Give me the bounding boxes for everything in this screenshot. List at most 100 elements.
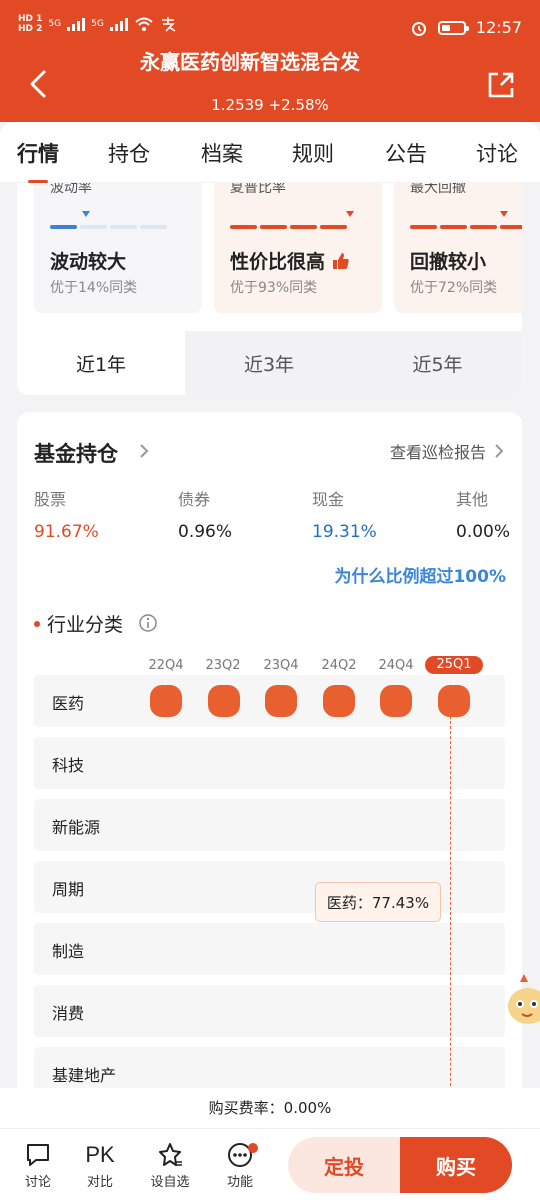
holdings-card: 基金持仓 查看巡检报告 股票 91.67% 债券 0.96% 现金 19.31%… — [17, 412, 522, 1112]
selected-quarter-line — [450, 716, 451, 1112]
holdings-title[interactable]: 基金持仓 — [34, 438, 118, 468]
tab-rules[interactable]: 规则 — [292, 138, 334, 168]
asset-label: 债券 — [178, 490, 211, 509]
asset-cash: 现金 19.31% — [312, 486, 377, 542]
thumbs-up-icon — [332, 253, 349, 269]
bottom-action-bar: 讨论 PK 对比 设自选 功能 定投 购买 — [0, 1128, 540, 1200]
asset-label: 其他 — [456, 490, 489, 509]
discuss-button[interactable]: 讨论 — [8, 1139, 68, 1190]
industry-label: 基建地产 — [52, 1066, 117, 1085]
watchlist-label: 设自选 — [150, 1175, 190, 1190]
metric-bar — [230, 225, 347, 229]
status-right: 12:57 — [410, 18, 522, 37]
weight-circle — [323, 685, 355, 717]
inspection-report-link[interactable]: 查看巡检报告 — [390, 439, 486, 463]
functions-button[interactable]: 功能 — [210, 1139, 270, 1190]
metric-label: 波动率 — [50, 183, 92, 196]
tab-announcements[interactable]: 公告 — [385, 138, 427, 168]
hd2-label: HD 2 — [18, 24, 43, 34]
quarter-label[interactable]: 23Q4 — [253, 658, 309, 673]
asset-value: 91.67% — [34, 522, 99, 542]
industry-row[interactable]: 新能源 — [34, 799, 505, 851]
asset-label: 现金 — [312, 490, 345, 509]
info-icon[interactable] — [138, 613, 158, 633]
status-bar: HD 1 HD 2 5G 5G 12:57 — [0, 0, 540, 44]
chevron-right-icon[interactable] — [492, 442, 506, 460]
industry-row[interactable]: 科技 — [34, 737, 505, 789]
quarter-label[interactable]: 24Q2 — [311, 658, 367, 673]
asset-value: 19.31% — [312, 522, 377, 542]
chat-icon — [27, 1144, 49, 1166]
asset-value: 0.96% — [178, 522, 233, 542]
functions-label: 功能 — [226, 1175, 253, 1190]
tab-profile[interactable]: 档案 — [201, 138, 243, 168]
metric-title: 回撤较小 — [410, 251, 487, 273]
payment-icon — [161, 17, 176, 32]
industry-row[interactable]: 消费 — [34, 985, 505, 1037]
signal-icon-2 — [109, 17, 128, 31]
metric-sharpe[interactable]: 夏普比率 性价比很高 优于93%同类 — [214, 183, 382, 313]
industry-label: 新能源 — [52, 818, 101, 837]
industry-label: 制造 — [52, 942, 85, 961]
asset-stock: 股票 91.67% — [34, 486, 99, 542]
metric-title: 性价比很高 — [230, 247, 350, 274]
compare-button[interactable]: PK 对比 — [70, 1139, 130, 1190]
industry-label: 医药 — [52, 694, 85, 713]
tab-market[interactable]: 行情 — [17, 138, 59, 168]
weight-circle — [438, 685, 470, 717]
metric-pointer — [346, 211, 354, 217]
fund-title: 永赢医药创新智选混合发 — [140, 50, 360, 74]
net1-label: 5G — [48, 19, 62, 29]
metric-desc: 优于14%同类 — [50, 280, 138, 296]
star-icon — [159, 1143, 182, 1166]
add-watchlist-button[interactable]: 设自选 — [140, 1139, 200, 1190]
tab-discussion[interactable]: 讨论 — [476, 138, 518, 168]
weight-circle — [380, 685, 412, 717]
metric-bar — [50, 225, 167, 229]
compare-label: 对比 — [86, 1175, 113, 1190]
metric-title: 波动较大 — [50, 251, 127, 273]
status-left: HD 1 HD 2 5G 5G — [18, 14, 178, 34]
quarter-label[interactable]: 24Q4 — [368, 658, 424, 673]
fixed-invest-button[interactable]: 定投 — [288, 1137, 400, 1193]
metric-max-drawdown[interactable]: 最大回撤 回撤较小 优于72%同类 — [394, 183, 522, 313]
metric-bar — [410, 225, 522, 229]
chevron-right-icon[interactable] — [137, 442, 151, 460]
net2-label: 5G — [91, 19, 104, 29]
hd-indicator: HD 1 HD 2 — [18, 14, 42, 34]
discuss-label: 讨论 — [24, 1175, 51, 1190]
metric-label: 夏普比率 — [230, 183, 286, 196]
nav-summary: 1.2539 +2.58% — [0, 96, 540, 114]
period-tab-5y[interactable]: 近5年 — [353, 331, 522, 395]
industry-label: 科技 — [52, 756, 85, 775]
industry-row[interactable]: 医药 — [34, 675, 505, 727]
weight-circle — [265, 685, 297, 717]
quarter-label[interactable]: 23Q2 — [195, 658, 251, 673]
metric-pointer — [500, 211, 508, 217]
industry-label: 周期 — [52, 880, 85, 899]
asset-bond: 债券 0.96% — [178, 486, 232, 542]
tab-holdings[interactable]: 持仓 — [108, 138, 150, 168]
bullet-dot — [34, 621, 40, 627]
buy-button[interactable]: 购买 — [400, 1137, 512, 1193]
metric-desc: 优于72%同类 — [410, 280, 498, 296]
why-over-100-link[interactable]: 为什么比例超过100% — [334, 562, 506, 587]
industry-label: 消费 — [52, 1004, 85, 1023]
nav-value: 1.2539 — [211, 96, 264, 114]
alarm-icon — [411, 21, 426, 36]
asset-other: 其他 0.00% — [456, 486, 510, 542]
quarter-label-selected[interactable]: 25Q1 — [425, 656, 483, 674]
metric-label: 最大回撤 — [410, 183, 466, 196]
quarter-label[interactable]: 22Q4 — [138, 658, 194, 673]
mascot-icon[interactable] — [504, 972, 540, 1032]
pk-icon: PK — [85, 1142, 115, 1167]
industry-row[interactable]: 制造 — [34, 923, 505, 975]
metric-title-text: 性价比很高 — [230, 251, 326, 273]
hd1-label: HD 1 — [18, 14, 43, 24]
clock: 12:57 — [475, 18, 522, 37]
period-tab-1y[interactable]: 近1年 — [17, 331, 185, 395]
metric-volatility[interactable]: 波动率 波动较大 优于14%同类 — [34, 183, 202, 313]
metric-pointer — [82, 211, 90, 217]
signal-icon — [67, 17, 86, 31]
period-tab-3y[interactable]: 近3年 — [185, 331, 353, 395]
